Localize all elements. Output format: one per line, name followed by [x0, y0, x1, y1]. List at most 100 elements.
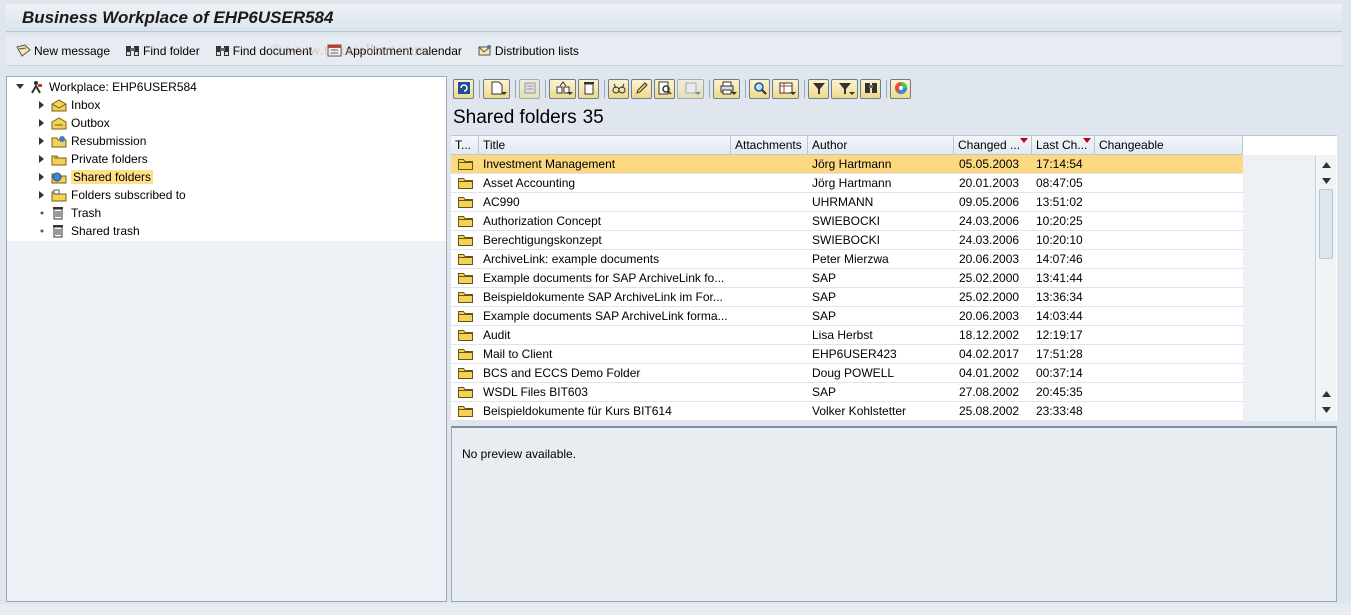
trash-icon: [51, 206, 67, 220]
cell-changed-date: 27.08.2002: [959, 385, 1020, 399]
cell-changed-date: 25.02.2000: [959, 271, 1020, 285]
table-row[interactable]: Asset Accounting Jörg Hartmann 20.01.2003 0…: [451, 174, 1243, 193]
table-row[interactable]: ArchiveLink: example documents Peter Mier…: [451, 250, 1243, 269]
print-menu-button[interactable]: [713, 79, 740, 99]
tree-item-private-folders[interactable]: Private folders: [37, 150, 148, 168]
column-header-author[interactable]: Author: [808, 136, 954, 155]
column-header-last-changed[interactable]: Last Ch...: [1032, 136, 1095, 155]
tree-item-shared-folders[interactable]: Shared folders: [37, 168, 154, 186]
refresh-button[interactable]: [453, 79, 474, 99]
vertical-scrollbar[interactable]: [1315, 155, 1336, 422]
magnifier-icon: [753, 81, 767, 98]
column-header-type[interactable]: T...: [451, 136, 479, 155]
table-row[interactable]: Example documents SAP ArchiveLink forma.…: [451, 307, 1243, 326]
cell-last-changed-time: 00:37:14: [1036, 366, 1083, 380]
set-filter-button[interactable]: [808, 79, 829, 99]
search-document-icon: [658, 81, 672, 98]
tree-item-label: Shared folders: [71, 170, 154, 184]
column-header-attachments[interactable]: Attachments: [731, 136, 808, 155]
tree-item-label: Private folders: [71, 152, 148, 166]
attach-menu-button[interactable]: [677, 79, 704, 99]
move-menu-button[interactable]: [549, 79, 576, 99]
sort-menu-button[interactable]: [772, 79, 799, 99]
collapse-triangle-icon[interactable]: [15, 82, 25, 92]
delete-button[interactable]: [578, 79, 599, 99]
expand-triangle-icon[interactable]: [37, 136, 47, 146]
tree-root-workplace[interactable]: Workplace: EHP6USER584: [15, 78, 197, 96]
distribution-list-icon: [477, 44, 492, 58]
cell-title: Example documents for SAP ArchiveLink fo…: [483, 271, 725, 285]
tree-item-trash[interactable]: Trash: [37, 204, 101, 222]
cell-changed-date: 09.05.2006: [959, 195, 1020, 209]
table-row[interactable]: Investment Management Jörg Hartmann 05.05.…: [451, 155, 1243, 174]
find-folder-button[interactable]: Find folder: [125, 44, 200, 58]
table-row[interactable]: Example documents for SAP ArchiveLink fo…: [451, 269, 1243, 288]
cell-changed-date: 05.05.2003: [959, 157, 1020, 171]
scroll-up-icon[interactable]: [1319, 387, 1333, 401]
find-button[interactable]: [860, 79, 881, 99]
tree-item-inbox[interactable]: Inbox: [37, 96, 100, 114]
details-button[interactable]: [749, 79, 770, 99]
table-row[interactable]: Mail to Client EHP6USER423 04.02.2017 17:51…: [451, 345, 1243, 364]
sort-indicator-icon: [1020, 138, 1028, 143]
table-row[interactable]: WSDL Files BIT603 SAP 27.08.2002 20:45:35: [451, 383, 1243, 402]
cell-title: WSDL Files BIT603: [483, 385, 588, 399]
expand-triangle-icon[interactable]: [37, 118, 47, 128]
table-row[interactable]: Beispieldokumente SAP ArchiveLink im For…: [451, 288, 1243, 307]
new-message-button[interactable]: New message: [16, 44, 110, 58]
cell-author: UHRMANN: [812, 195, 874, 209]
cell-title: Mail to Client: [483, 347, 553, 361]
scrollbar-thumb[interactable]: [1319, 189, 1333, 259]
table-row[interactable]: Authorization Concept SWIEBOCKI 24.03.2006…: [451, 212, 1243, 231]
scroll-down-icon[interactable]: [1319, 403, 1333, 417]
layout-button[interactable]: [890, 79, 911, 99]
title-bar: Business Workplace of EHP6USER584: [6, 4, 1342, 32]
distribution-lists-button[interactable]: Distribution lists: [477, 44, 579, 58]
expand-triangle-icon[interactable]: [37, 190, 47, 200]
resubmission-icon: [51, 134, 67, 148]
cell-last-changed-time: 17:51:28: [1036, 347, 1083, 361]
table-row[interactable]: Beispieldokumente für Kurs BIT614 Volker …: [451, 402, 1243, 421]
sort-icon: [779, 81, 793, 98]
find-in-folder-button[interactable]: [654, 79, 675, 99]
move-icon: [556, 80, 570, 98]
table-row[interactable]: Berechtigungskonzept SWIEBOCKI 24.03.2006 1…: [451, 231, 1243, 250]
tree-item-shared-trash[interactable]: Shared trash: [37, 222, 140, 240]
trash-icon: [582, 81, 596, 98]
filter-menu-button[interactable]: [831, 79, 858, 99]
expand-triangle-icon[interactable]: [37, 154, 47, 164]
tree-item-resubmission[interactable]: Resubmission: [37, 132, 146, 150]
leaf-bullet-icon: [37, 208, 47, 218]
column-header-changed[interactable]: Changed ...: [954, 136, 1032, 155]
table-row[interactable]: BCS and ECCS Demo Folder Doug POWELL 04.01…: [451, 364, 1243, 383]
cell-changed-date: 18.12.2002: [959, 328, 1020, 342]
workplace-icon: [29, 80, 45, 94]
outbox-icon: [51, 116, 67, 130]
change-button[interactable]: [631, 79, 652, 99]
table-row[interactable]: AC990 UHRMANN 09.05.2006 13:51:02: [451, 193, 1243, 212]
leaf-bullet-icon: [37, 226, 47, 236]
scroll-down-icon[interactable]: [1319, 174, 1333, 188]
appointment-calendar-button[interactable]: Appointment calendar: [327, 44, 462, 58]
appointment-calendar-label: Appointment calendar: [345, 43, 462, 58]
create-menu-button[interactable]: [483, 79, 510, 99]
display-button[interactable]: [608, 79, 629, 99]
column-header-title[interactable]: Title: [479, 136, 731, 155]
scroll-up-icon[interactable]: [1319, 158, 1333, 172]
content-panel: Shared folders 35 T... Title Attachments …: [451, 76, 1337, 602]
binoculars-icon: [215, 44, 230, 58]
find-document-button[interactable]: Find document: [215, 44, 312, 58]
new-message-icon: [16, 44, 31, 58]
folder-properties-button[interactable]: [519, 79, 540, 99]
folder-tree-panel: Workplace: EHP6USER584 Inbox Outbox Resu…: [6, 76, 447, 602]
grid-title: Shared folders 35: [453, 107, 604, 129]
column-header-changeable[interactable]: Changeable: [1095, 136, 1243, 155]
table-row[interactable]: Audit Lisa Herbst 18.12.2002 12:19:17: [451, 326, 1243, 345]
shared-folders-table: T... Title Attachments Author Changed ..…: [451, 135, 1337, 422]
color-wheel-icon: [894, 81, 908, 98]
expand-triangle-icon[interactable]: [37, 100, 47, 110]
expand-triangle-icon[interactable]: [37, 172, 47, 182]
cell-author: EHP6USER423: [812, 347, 897, 361]
tree-item-outbox[interactable]: Outbox: [37, 114, 110, 132]
tree-item-folders-subscribed-to[interactable]: Folders subscribed to: [37, 186, 186, 204]
